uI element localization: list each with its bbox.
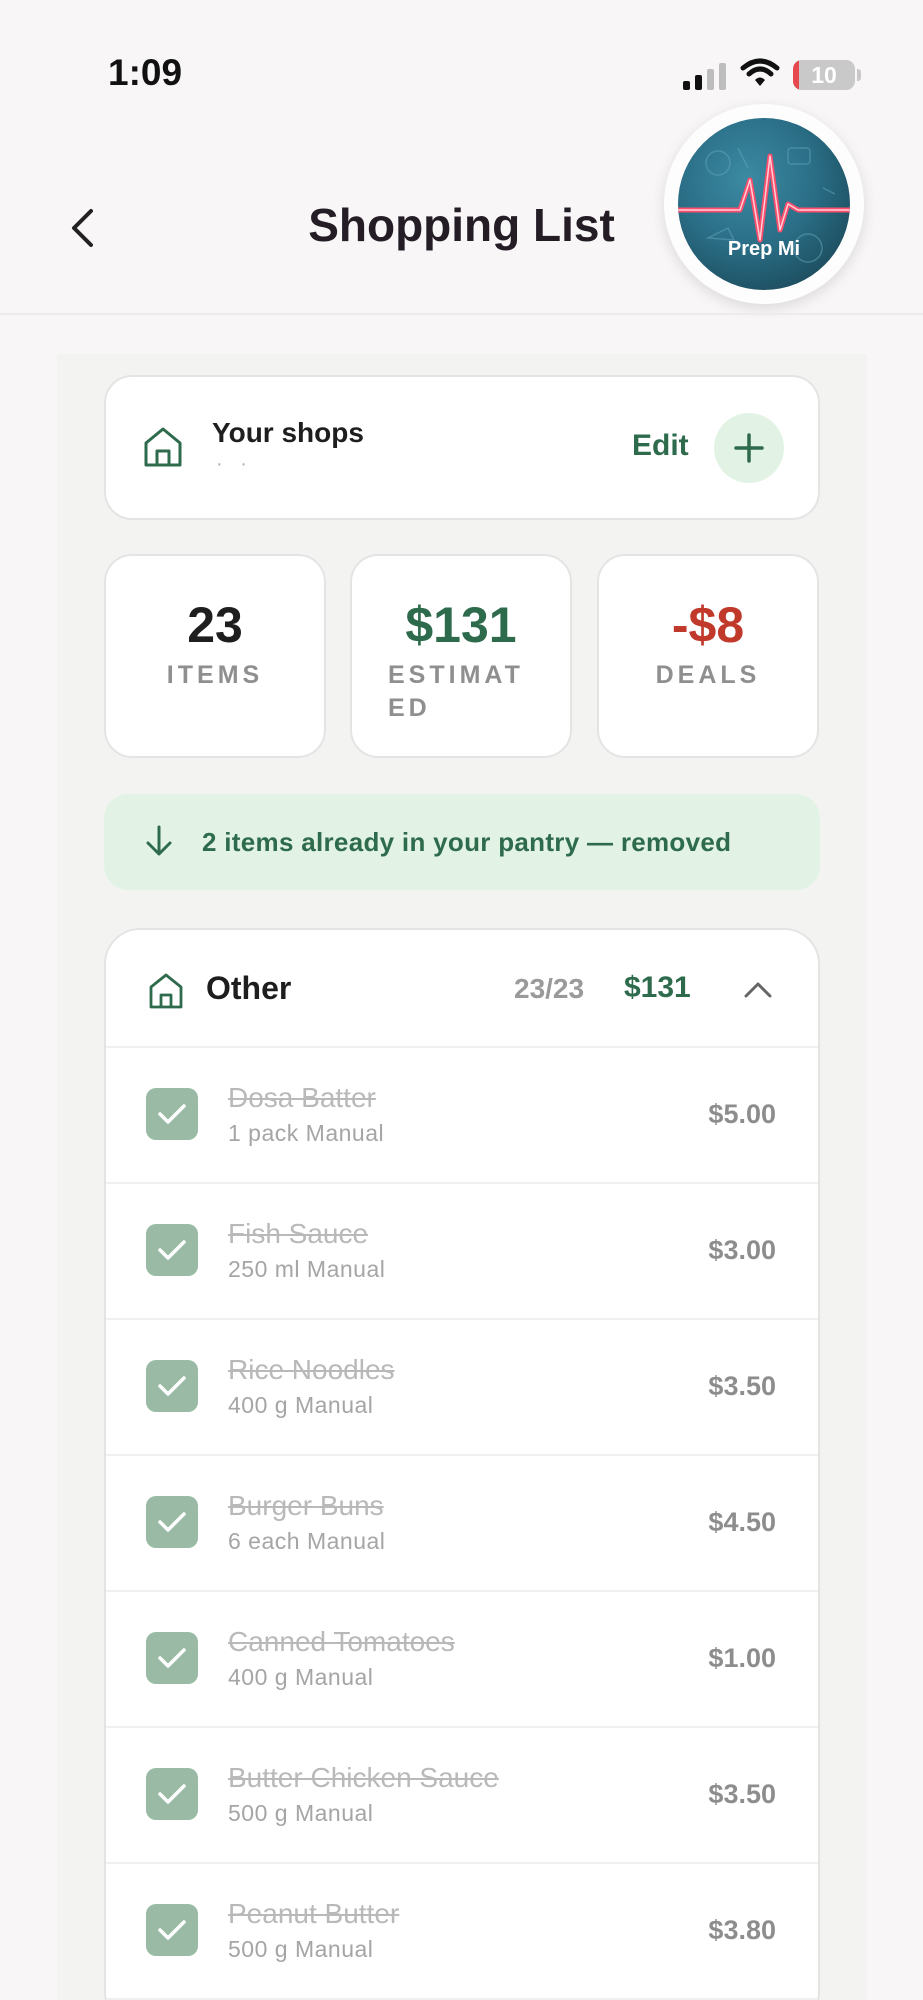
checkmark-icon — [158, 1648, 186, 1668]
group-count: 23/23 — [514, 973, 585, 1004]
item-price: $3.80 — [708, 1915, 776, 1945]
item-name: Fish Sauce — [228, 1218, 369, 1249]
list-item[interactable]: Canned Tomatoes 400 g Manual $1.00 — [106, 1592, 818, 1728]
cellular-signal-icon — [683, 62, 726, 90]
logo-badge: Prep Mi — [678, 118, 850, 290]
list-item[interactable]: Butter Chicken Sauce 500 g Manual $3.50 — [106, 1728, 818, 1864]
shops-subtitle: · · — [216, 453, 253, 475]
group-header[interactable]: Other 23/23 $131 — [106, 930, 818, 1048]
item-quantity: 250 ml Manual — [228, 1256, 386, 1282]
item-checkbox[interactable] — [146, 1360, 198, 1412]
item-quantity: 400 g Manual — [228, 1392, 374, 1418]
stat-estimated-label: ESTIMAT ED — [388, 661, 524, 722]
wifi-icon — [740, 58, 780, 86]
list-item[interactable]: Peanut Butter 500 g Manual $3.80 — [106, 1864, 818, 2000]
battery-tip — [857, 69, 861, 81]
group-name: Other — [206, 970, 292, 1006]
checkmark-icon — [158, 1240, 186, 1260]
stat-deals-card: -$8 DEALS — [597, 554, 819, 758]
item-name: Butter Chicken Sauce — [228, 1762, 499, 1793]
home-icon — [149, 973, 183, 1009]
item-price: $3.00 — [708, 1235, 776, 1265]
list-item[interactable]: Fish Sauce 250 ml Manual $3.00 — [106, 1184, 818, 1320]
shopping-list-group: Other 23/23 $131 Dosa Batter 1 pack Manua… — [104, 928, 820, 2000]
add-shop-button[interactable] — [714, 413, 784, 483]
item-quantity: 6 each Manual — [228, 1528, 386, 1554]
item-checkbox[interactable] — [146, 1224, 198, 1276]
back-button[interactable] — [60, 200, 104, 256]
item-price: $5.00 — [708, 1099, 776, 1129]
page-title: Shopping List — [308, 199, 615, 251]
list-item[interactable]: Dosa Batter 1 pack Manual $5.00 — [106, 1048, 818, 1184]
stat-deals-value: -$8 — [671, 597, 745, 653]
item-checkbox[interactable] — [146, 1496, 198, 1548]
plus-icon — [734, 433, 764, 463]
item-quantity: 1 pack Manual — [228, 1120, 385, 1146]
checkmark-icon — [158, 1784, 186, 1804]
item-name: Canned Tomatoes — [228, 1626, 455, 1657]
list-item[interactable]: Rice Noodles 400 g Manual $3.50 — [106, 1320, 818, 1456]
item-quantity: 500 g Manual — [228, 1936, 374, 1962]
pantry-notice-banner: 2 items already in your pantry — removed — [104, 794, 820, 890]
battery-level: 10 — [811, 62, 837, 88]
item-name: Rice Noodles — [228, 1354, 395, 1385]
checkmark-icon — [158, 1920, 186, 1940]
group-total: $131 — [624, 971, 691, 1004]
list-item[interactable]: Burger Buns 6 each Manual $4.50 — [106, 1456, 818, 1592]
stat-estimated-value: $131 — [405, 597, 517, 653]
shops-title: Your shops — [212, 417, 364, 448]
status-time: 1:09 — [108, 52, 183, 93]
edit-shops-button[interactable]: Edit — [632, 429, 689, 463]
checkmark-icon — [158, 1376, 186, 1396]
app-logo[interactable]: Prep Mi — [664, 104, 864, 304]
item-price: $3.50 — [708, 1779, 776, 1809]
battery-icon: 10 — [793, 60, 855, 90]
stat-items-card: 23 ITEMS — [104, 554, 326, 758]
item-price: $1.00 — [708, 1643, 776, 1673]
stat-deals-label: DEALS — [655, 661, 761, 689]
item-price: $4.50 — [708, 1507, 776, 1537]
item-name: Peanut Butter — [228, 1898, 400, 1929]
arrow-down-icon — [146, 825, 172, 856]
item-checkbox[interactable] — [146, 1904, 198, 1956]
checkmark-icon — [158, 1104, 186, 1124]
item-checkbox[interactable] — [146, 1632, 198, 1684]
shops-card[interactable]: Your shops · · Edit — [104, 375, 820, 520]
checkmark-icon — [158, 1512, 186, 1532]
stat-items-label: ITEMS — [166, 661, 264, 689]
stat-items-value: 23 — [187, 597, 243, 653]
item-name: Dosa Batter — [228, 1082, 376, 1113]
header-divider — [0, 313, 923, 315]
collapse-group-button[interactable] — [738, 970, 778, 1010]
heartbeat-logo-icon — [678, 147, 850, 263]
item-checkbox[interactable] — [146, 1768, 198, 1820]
item-name: Burger Buns — [228, 1490, 384, 1521]
pantry-notice-text: 2 items already in your pantry — removed — [202, 827, 732, 857]
chevron-up-icon — [744, 982, 772, 998]
chevron-left-icon — [72, 209, 93, 247]
item-price: $3.50 — [708, 1371, 776, 1401]
stat-estimated-card: $131 ESTIMAT ED — [350, 554, 572, 758]
logo-text: Prep Mi — [727, 238, 801, 260]
item-checkbox[interactable] — [146, 1088, 198, 1140]
item-quantity: 500 g Manual — [228, 1800, 374, 1826]
home-icon — [144, 427, 182, 467]
item-quantity: 400 g Manual — [228, 1664, 374, 1690]
